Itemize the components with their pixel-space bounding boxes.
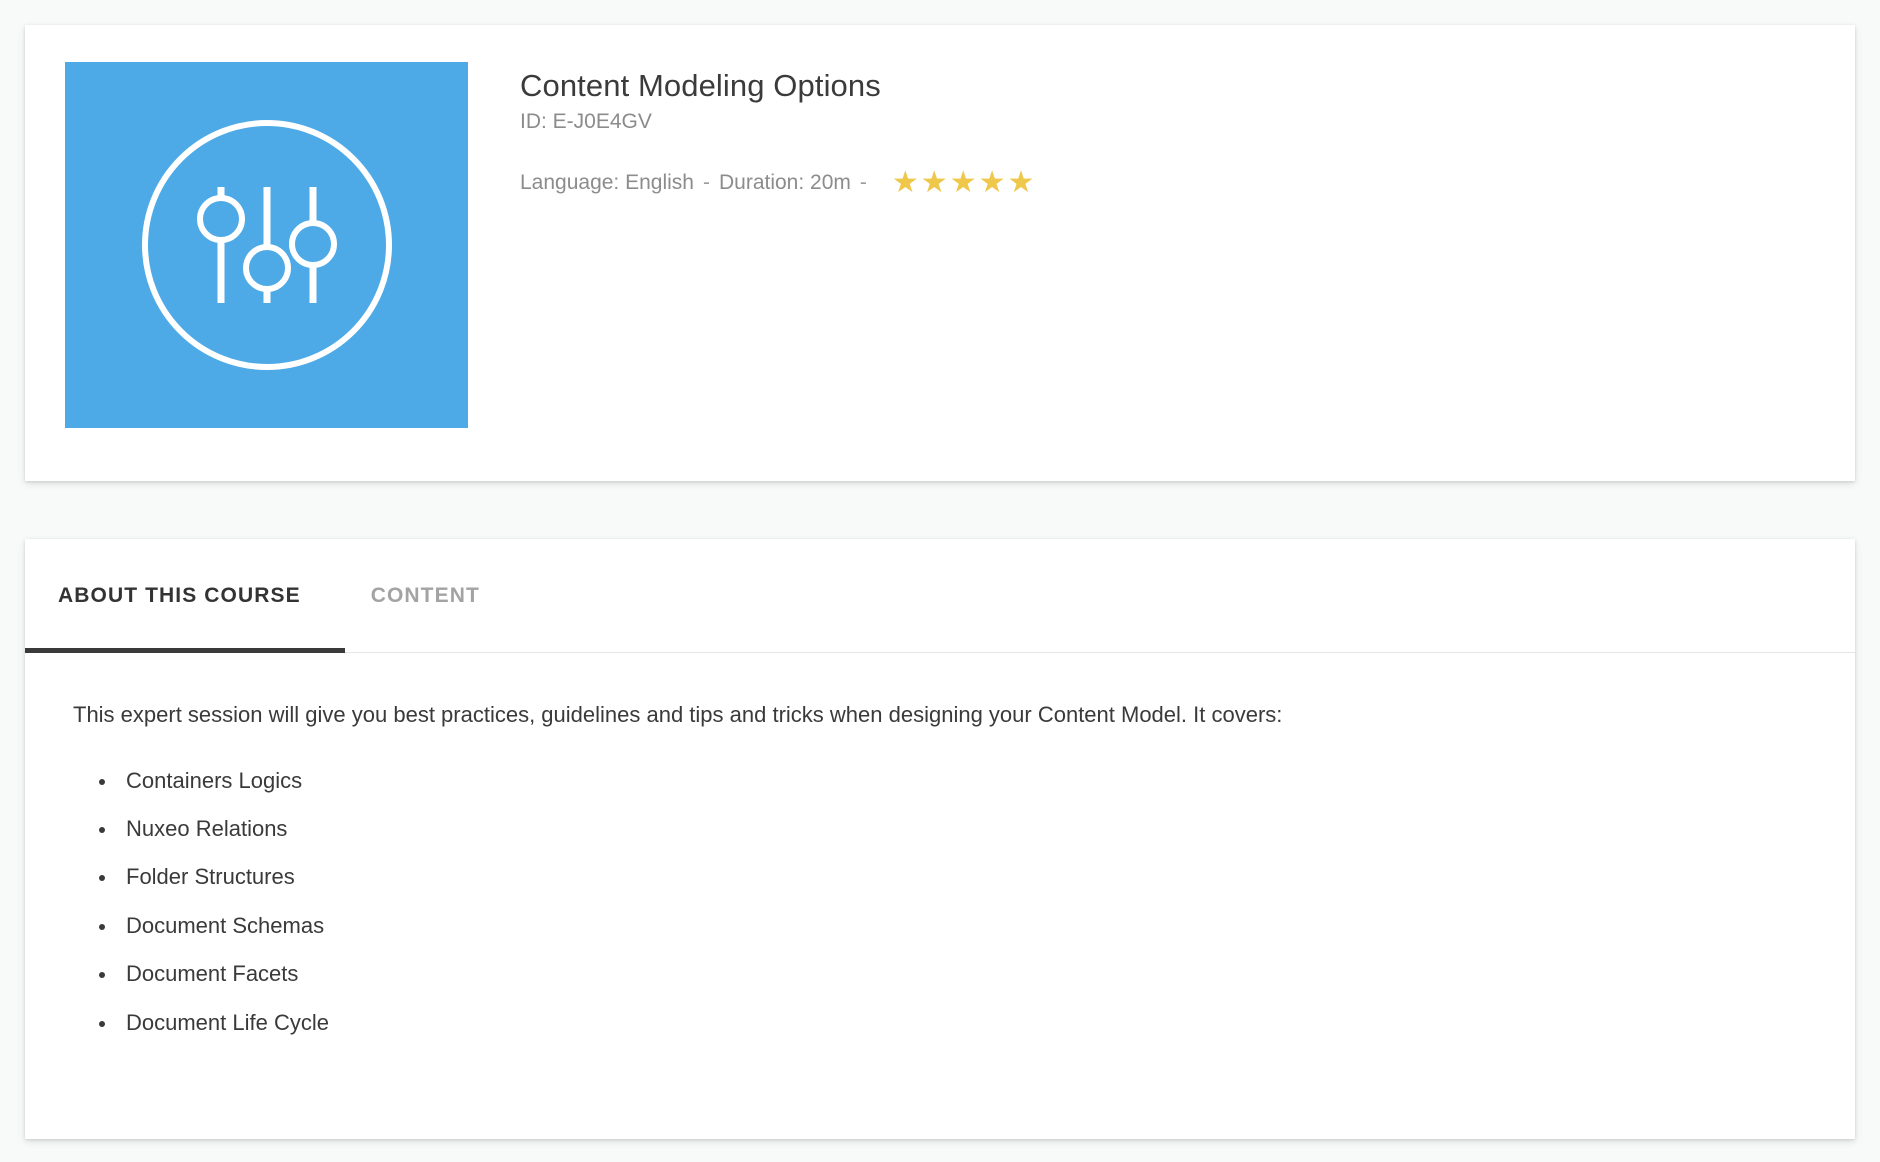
list-item: Document Schemas xyxy=(99,913,1807,939)
course-topics-list: Containers Logics Nuxeo Relations Folder… xyxy=(73,768,1807,1036)
star-icon: ★ xyxy=(891,165,919,199)
list-item: Document Facets xyxy=(99,961,1807,987)
course-description: This expert session will give you best p… xyxy=(73,702,1283,727)
tab-content[interactable]: CONTENT xyxy=(345,539,506,652)
attribute-separator: - xyxy=(702,170,710,194)
page-title: Content Modeling Options xyxy=(520,68,881,103)
course-duration: Duration: 20m xyxy=(718,170,851,194)
course-language: Language: English xyxy=(520,170,694,194)
course-id: ID: E-J0E4GV xyxy=(520,109,652,133)
course-attributes: Language: English - Duration: 20m - ★ ★ … xyxy=(520,165,1037,199)
tab-label: ABOUT THIS COURSE xyxy=(58,583,301,607)
sliders-icon xyxy=(137,115,397,375)
course-header-card: Content Modeling Options ID: E-J0E4GV La… xyxy=(25,25,1855,481)
rating-stars[interactable]: ★ ★ ★ ★ ★ xyxy=(891,165,1037,199)
about-this-course-panel: This expert session will give you best p… xyxy=(25,653,1855,1139)
list-item: Containers Logics xyxy=(99,768,1807,794)
tab-about-this-course[interactable]: ABOUT THIS COURSE xyxy=(25,539,345,653)
course-meta: Content Modeling Options ID: E-J0E4GV La… xyxy=(520,62,1036,198)
list-item: Nuxeo Relations xyxy=(99,816,1807,842)
list-item: Folder Structures xyxy=(99,864,1807,890)
star-icon: ★ xyxy=(949,165,977,199)
list-item: Document Life Cycle xyxy=(99,1010,1807,1036)
attribute-separator-2: - xyxy=(859,170,867,194)
star-icon: ★ xyxy=(978,165,1006,199)
star-icon: ★ xyxy=(1007,165,1035,199)
course-thumbnail xyxy=(65,62,468,428)
star-icon: ★ xyxy=(920,165,948,199)
page-root: Content Modeling Options ID: E-J0E4GV La… xyxy=(0,0,1880,1162)
tab-bar: ABOUT THIS COURSE CONTENT xyxy=(25,539,1855,653)
tab-label: CONTENT xyxy=(370,583,480,607)
course-detail-card: ABOUT THIS COURSE CONTENT This expert se… xyxy=(25,539,1855,1139)
